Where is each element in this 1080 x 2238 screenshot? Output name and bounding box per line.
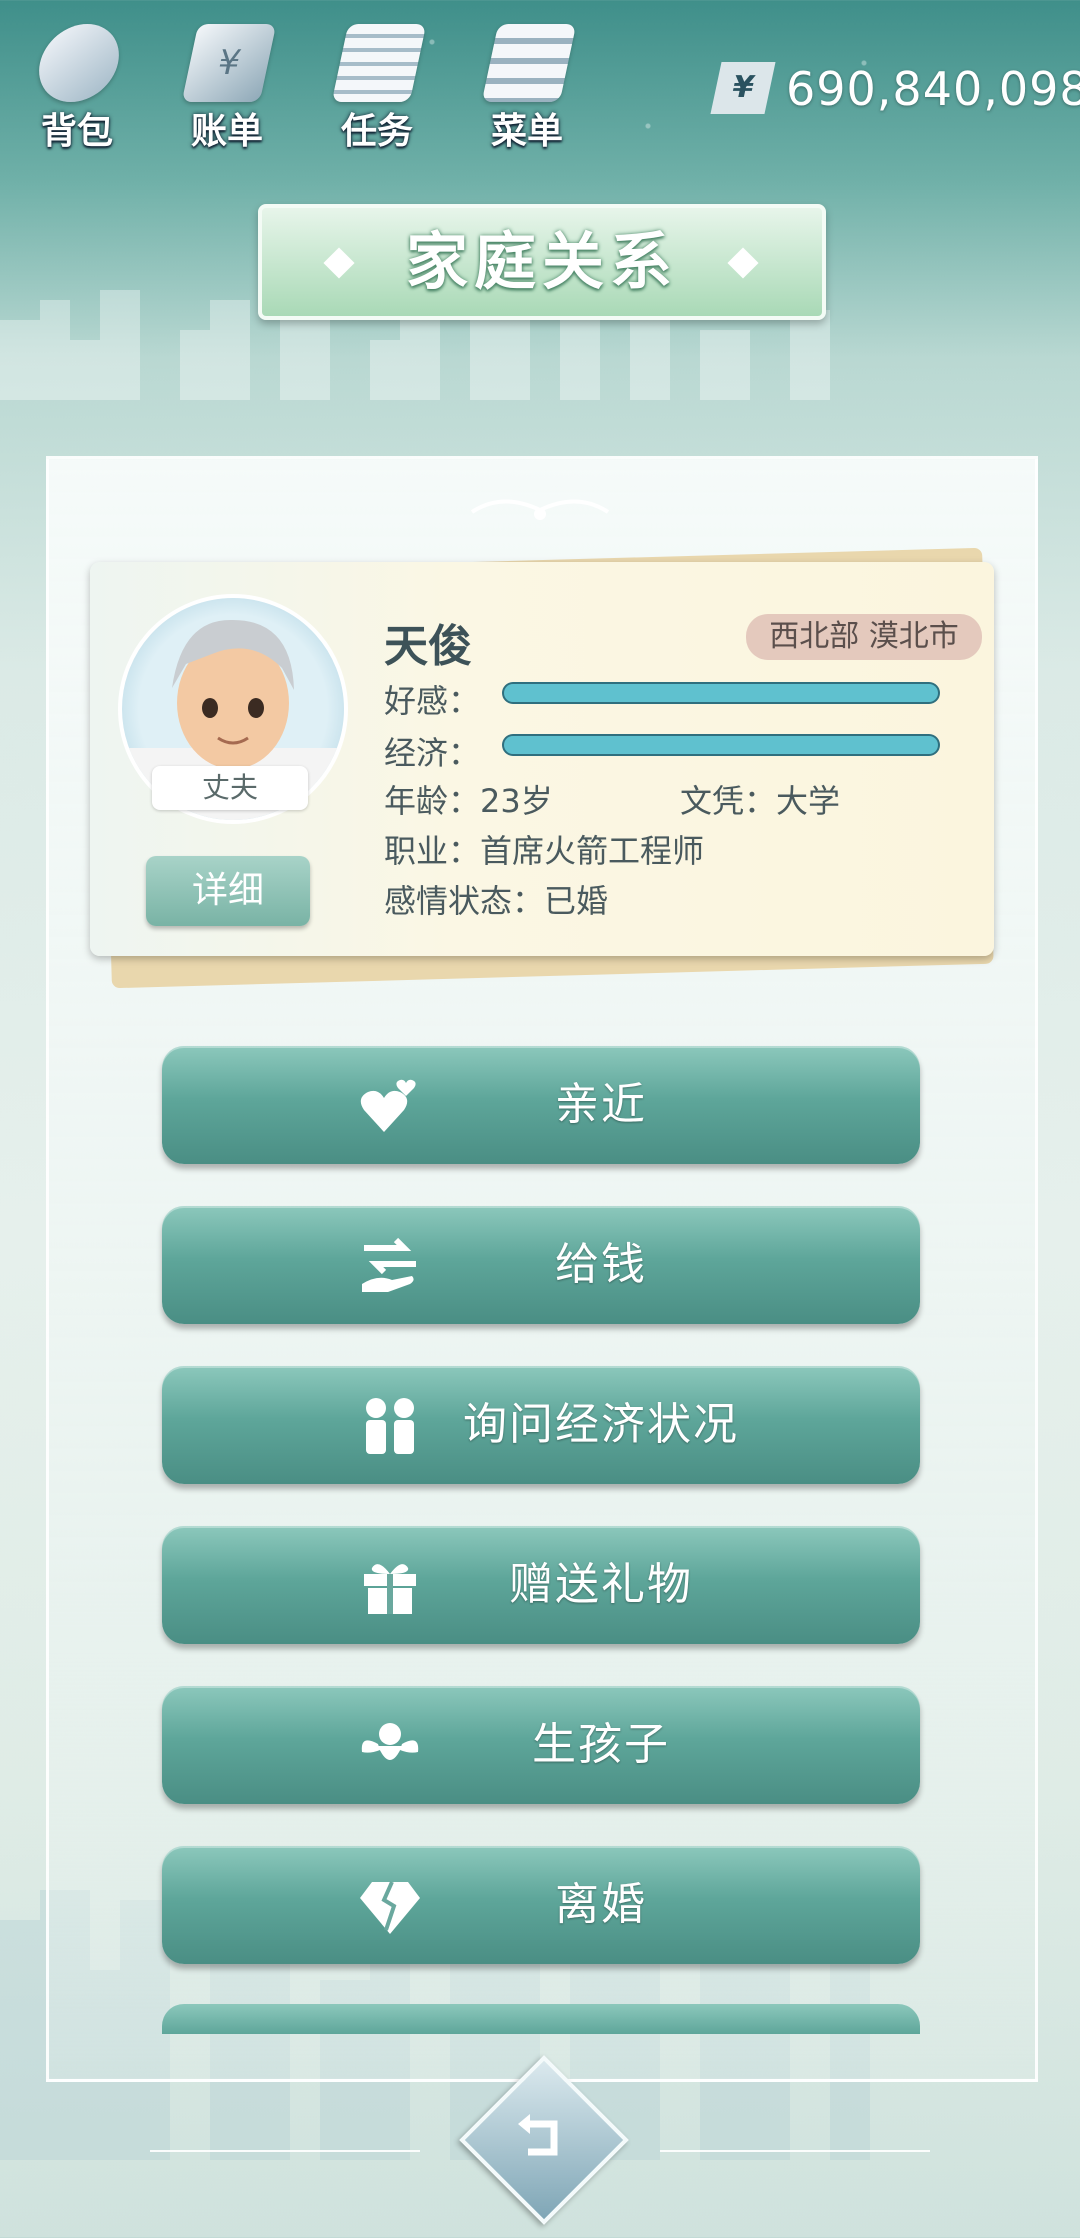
job-text: 职业：首席火箭工程师	[384, 832, 705, 870]
backpack-icon	[31, 24, 127, 102]
action-button-give-money[interactable]: 给钱	[162, 1206, 920, 1324]
backpack-label: 背包	[40, 111, 113, 152]
top-bar: 背包 ¥ 账单 任务 菜单 ¥ 690,840,098	[0, 0, 1080, 160]
favor-label: 好感：	[384, 682, 481, 720]
region-badge: 西北部 漠北市	[746, 614, 982, 660]
action-button-divorce[interactable]: 离婚	[162, 1846, 920, 1964]
bill-button[interactable]: ¥ 账单	[162, 14, 292, 154]
action-label-have-child: 生孩子	[532, 1719, 670, 1770]
bill-icon: ¥	[181, 24, 277, 102]
action-label-ask-finance: 询问经济状况	[463, 1399, 739, 1450]
divider-left	[150, 2150, 420, 2152]
relationship-text: 感情状态：已婚	[384, 882, 609, 920]
divider-right	[660, 2150, 930, 2152]
back-arrow-icon	[518, 2114, 558, 2156]
detail-button[interactable]: 详细	[146, 856, 310, 926]
backpack-button[interactable]: 背包	[12, 14, 142, 154]
favor-bar-fill	[504, 684, 938, 702]
task-label: 任务	[340, 111, 413, 152]
economy-bar-fill	[504, 736, 938, 754]
action-label-gift: 赠送礼物	[509, 1559, 693, 1610]
action-label-divorce: 离婚	[555, 1879, 647, 1930]
menu-label: 菜单	[490, 111, 563, 152]
task-button[interactable]: 任务	[312, 14, 442, 154]
money-display: ¥ 690,840,098	[700, 56, 1080, 120]
menu-icon	[481, 24, 577, 102]
action-button-intimacy[interactable]: 亲近	[162, 1046, 920, 1164]
role-tag: 丈夫	[152, 766, 308, 810]
character-name: 天俊	[384, 621, 472, 672]
page-title-banner: 家庭关系	[258, 204, 826, 320]
ornament-icon	[470, 499, 610, 520]
task-icon	[331, 24, 427, 102]
menu-button[interactable]: 菜单	[462, 14, 592, 154]
money-value: 690,840,098	[786, 62, 1080, 116]
economy-bar	[502, 734, 940, 756]
age-text: 年龄：23岁	[384, 782, 553, 820]
action-button-gift[interactable]: 赠送礼物	[162, 1526, 920, 1644]
action-label-give-money: 给钱	[555, 1239, 647, 1290]
action-label-intimacy: 亲近	[555, 1079, 647, 1130]
action-button-have-child[interactable]: 生孩子	[162, 1686, 920, 1804]
favor-bar	[502, 682, 940, 704]
education-text: 文凭：大学	[680, 782, 841, 820]
action-button-ask-finance[interactable]: 询问经济状况	[162, 1366, 920, 1484]
economy-label: 经济：	[384, 734, 481, 772]
action-button-partial[interactable]	[162, 2004, 920, 2034]
currency-icon: ¥	[710, 62, 776, 114]
bill-label: 账单	[190, 111, 263, 152]
